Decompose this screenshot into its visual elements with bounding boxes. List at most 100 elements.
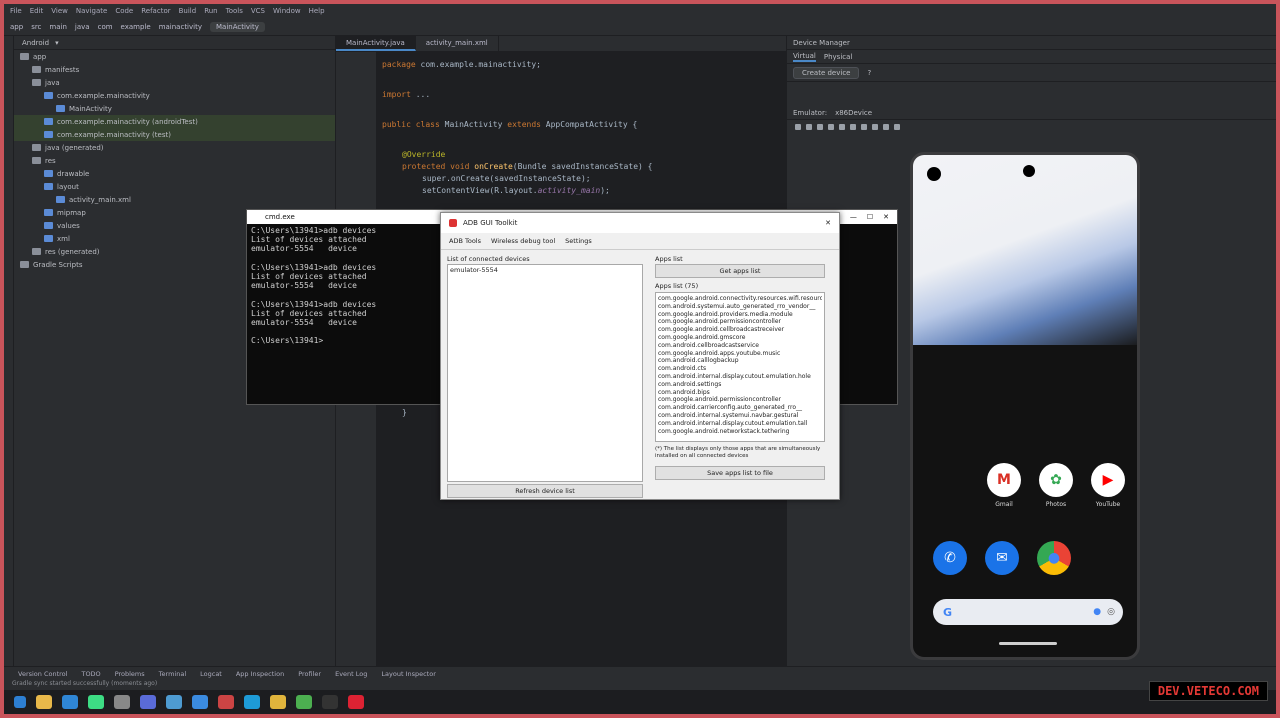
tool-window-button[interactable]: Event Log [335, 670, 367, 678]
app-icon[interactable] [166, 695, 182, 709]
tab-settings[interactable]: Settings [565, 237, 592, 245]
tool-window-button[interactable]: Version Control [18, 670, 67, 678]
gmail-app-icon[interactable]: M [987, 463, 1021, 497]
apps-list[interactable]: com.google.android.connectivity.resource… [655, 292, 825, 442]
menu-item[interactable]: Tools [226, 7, 243, 15]
create-device-button[interactable]: Create device [793, 66, 860, 79]
tool-window-button[interactable]: TODO [81, 670, 100, 678]
edge-icon[interactable] [244, 695, 260, 709]
tool-window-button[interactable]: Logcat [200, 670, 222, 678]
editor-tab[interactable]: activity_main.xml [416, 36, 499, 51]
menu-item[interactable]: Help [309, 7, 325, 15]
maximize-icon[interactable]: ☐ [867, 213, 873, 221]
breadcrumb-item[interactable]: MainActivity [209, 21, 265, 32]
screenshot-icon[interactable] [883, 124, 889, 130]
tab-adb-tools[interactable]: ADB Tools [449, 237, 481, 245]
tree-item[interactable]: java [14, 76, 335, 89]
app-icon[interactable] [348, 695, 364, 709]
get-apps-button[interactable]: Get apps list [655, 264, 825, 278]
breadcrumb-item[interactable]: main [49, 23, 67, 31]
tree-item[interactable]: activity_main.xml [14, 193, 335, 206]
tree-item[interactable]: drawable [14, 167, 335, 180]
tab-virtual[interactable]: Virtual [793, 52, 816, 62]
tree-item[interactable]: app [14, 50, 335, 63]
google-search-bar[interactable]: G ● ◎ [933, 599, 1123, 625]
list-item[interactable]: com.android.calllogbackup [658, 357, 822, 365]
photos-app-icon[interactable]: ✿ [1039, 463, 1073, 497]
youtube-app-icon[interactable]: ▶ [1091, 463, 1125, 497]
settings-icon[interactable] [114, 695, 130, 709]
menu-item[interactable]: View [51, 7, 68, 15]
breadcrumb-item[interactable]: example [121, 23, 151, 31]
overview-icon[interactable] [872, 124, 878, 130]
editor-tab[interactable]: MainActivity.java [336, 36, 416, 51]
close-icon[interactable]: ✕ [883, 213, 889, 221]
list-item[interactable]: com.google.android.networkstack.tetherin… [658, 428, 822, 436]
rotate-left-icon[interactable] [828, 124, 834, 130]
list-item[interactable]: com.google.android.providers.media.modul… [658, 311, 822, 319]
minimize-icon[interactable]: — [850, 213, 857, 221]
file-explorer-icon[interactable] [36, 695, 52, 709]
vscode-icon[interactable] [62, 695, 78, 709]
list-item[interactable]: com.android.internal.display.cutout.emul… [658, 373, 822, 381]
tool-window-button[interactable]: Profiler [298, 670, 321, 678]
back-icon[interactable] [850, 124, 856, 130]
list-item[interactable]: com.google.android.permissioncontroller [658, 318, 822, 326]
emulator-phone[interactable]: M Gmail ✿ Photos ▶ YouTube ✆ ✉ ● G ● ◎ [910, 152, 1140, 660]
more-icon[interactable] [894, 124, 900, 130]
list-item[interactable]: com.google.android.gmscore [658, 334, 822, 342]
volume-up-icon[interactable] [806, 124, 812, 130]
tab-wireless-debug[interactable]: Wireless debug tool [491, 237, 555, 245]
app-icon[interactable] [192, 695, 208, 709]
tree-item[interactable]: layout [14, 180, 335, 193]
menu-item[interactable]: Run [204, 7, 217, 15]
list-item[interactable]: com.google.android.cellbroadcastreceiver [658, 326, 822, 334]
rotate-right-icon[interactable] [839, 124, 845, 130]
tree-item[interactable]: com.example.mainactivity (androidTest) [14, 115, 335, 128]
phone-icon[interactable]: ✆ [933, 541, 967, 575]
list-item[interactable]: com.android.settings [658, 381, 822, 389]
list-item[interactable]: com.android.internal.display.cutout.emul… [658, 420, 822, 428]
tree-item[interactable]: java (generated) [14, 141, 335, 154]
messages-icon[interactable]: ✉ [985, 541, 1019, 575]
close-icon[interactable]: ✕ [825, 219, 831, 227]
list-item[interactable]: com.android.internal.systemui.navbar.ges… [658, 412, 822, 420]
chrome-icon[interactable]: ● [1037, 541, 1071, 575]
list-item[interactable]: com.google.android.connectivity.resource… [658, 295, 822, 303]
mic-icon[interactable]: ● [1093, 607, 1101, 617]
navigation-pill[interactable] [999, 642, 1057, 645]
chrome-icon[interactable] [296, 695, 312, 709]
volume-down-icon[interactable] [817, 124, 823, 130]
menu-item[interactable]: Code [115, 7, 133, 15]
list-item[interactable]: com.google.android.apps.youtube.music [658, 350, 822, 358]
list-item[interactable]: com.android.cellbroadcastservice [658, 342, 822, 350]
android-studio-icon[interactable] [88, 695, 104, 709]
tool-window-button[interactable]: Layout Inspector [381, 670, 435, 678]
tree-item[interactable]: res [14, 154, 335, 167]
breadcrumb-item[interactable]: com [98, 23, 113, 31]
breadcrumb-item[interactable]: java [75, 23, 90, 31]
save-apps-button[interactable]: Save apps list to file [655, 466, 825, 480]
menu-item[interactable]: Refactor [141, 7, 170, 15]
list-item[interactable]: com.android.bips [658, 389, 822, 397]
app-icon[interactable] [218, 695, 234, 709]
terminal-icon[interactable] [322, 695, 338, 709]
lens-icon[interactable]: ◎ [1107, 607, 1115, 617]
tree-item[interactable]: com.example.mainactivity (test) [14, 128, 335, 141]
menu-item[interactable]: Build [179, 7, 197, 15]
breadcrumb-item[interactable]: app [10, 23, 23, 31]
list-item[interactable]: com.android.cts [658, 365, 822, 373]
tree-item[interactable]: com.example.mainactivity [14, 89, 335, 102]
tree-item[interactable]: manifests [14, 63, 335, 76]
devices-list[interactable]: emulator-5554 [447, 264, 643, 482]
help-icon[interactable]: ? [867, 69, 871, 77]
list-item[interactable]: com.android.carrierconfig.auto_generated… [658, 404, 822, 412]
adb-toolkit-window[interactable]: ADB GUI Toolkit ✕ ADB Tools Wireless deb… [440, 212, 840, 500]
refresh-devices-button[interactable]: Refresh device list [447, 484, 643, 498]
list-item[interactable]: com.android.systemui.auto_generated_rro_… [658, 303, 822, 311]
tab-physical[interactable]: Physical [824, 53, 852, 61]
home-icon[interactable] [861, 124, 867, 130]
chrome-icon[interactable] [270, 695, 286, 709]
tool-window-button[interactable]: App Inspection [236, 670, 284, 678]
power-icon[interactable] [795, 124, 801, 130]
